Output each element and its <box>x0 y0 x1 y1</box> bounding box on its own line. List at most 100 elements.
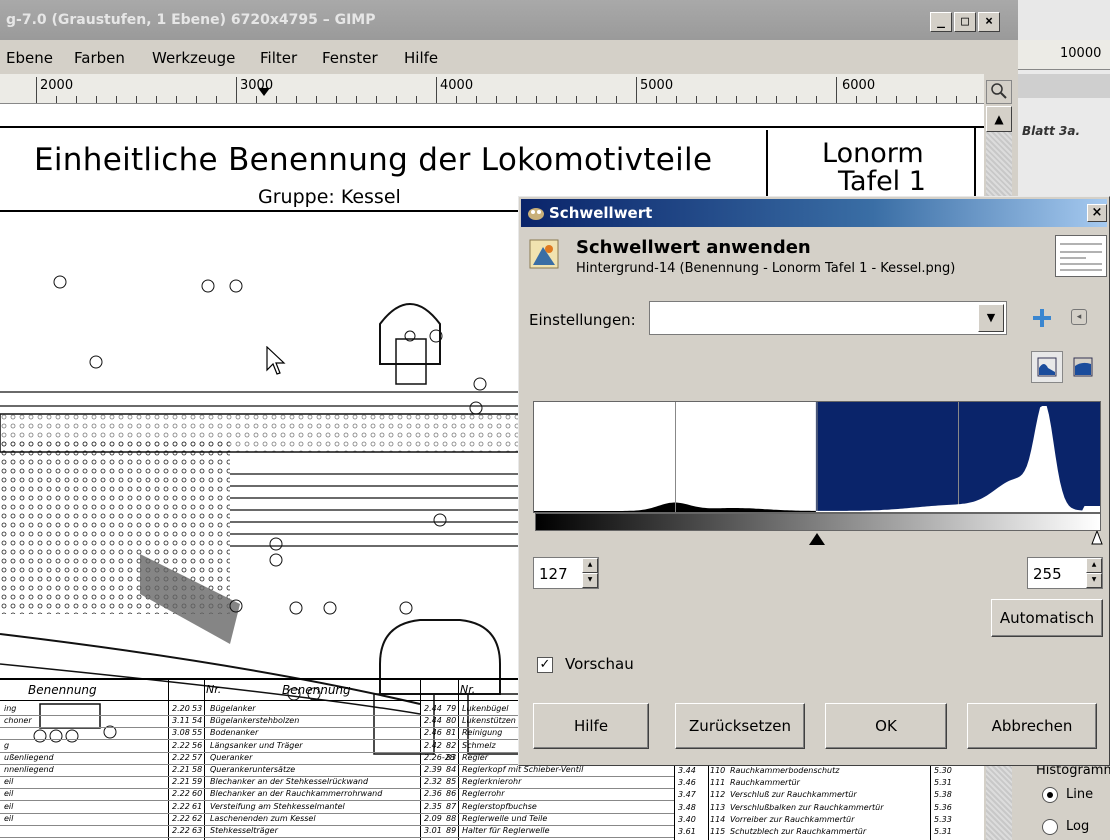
ruler-pointer-icon <box>258 88 270 96</box>
table-cell: 5.36 <box>934 802 952 812</box>
table-cell: 5.38 <box>934 790 952 800</box>
background-sheet-label: Blatt 3a. <box>1022 124 1081 138</box>
histogram-view[interactable] <box>533 401 1101 513</box>
table-cell: Bügelankerstehbolzen <box>210 716 300 726</box>
settings-dropdown[interactable]: ▼ <box>649 301 1007 335</box>
dialog-titlebar[interactable]: Schwellwert × <box>521 199 1107 227</box>
table-cell: 111 <box>710 778 726 788</box>
table-cell: g <box>4 740 10 750</box>
table-cell: Blechanker an der Stehkesselrückwand <box>210 777 369 787</box>
background-window-titlebar <box>1018 0 1110 40</box>
close-button[interactable]: × <box>978 12 1000 32</box>
ruler-tick <box>556 96 557 103</box>
ruler-tick <box>376 96 377 103</box>
settings-label: Einstellungen: <box>529 311 636 329</box>
table-cell: Lukenstützen <box>462 716 516 726</box>
scroll-up-icon[interactable]: ▲ <box>986 106 1012 132</box>
preset-menu-icon[interactable]: ◂ <box>1071 309 1087 325</box>
menu-farben[interactable]: Farben <box>74 49 125 67</box>
low-threshold-handle[interactable] <box>809 533 825 545</box>
table-cell: 2.42 <box>424 740 442 750</box>
horizontal-ruler[interactable]: 2000 3000 4000 5000 6000 <box>0 74 984 104</box>
radio-linear-label: Line <box>1066 787 1094 802</box>
table-cell: Verschluß zur Rauchkammertür <box>730 790 857 800</box>
ruler-tick <box>336 96 337 103</box>
chevron-down-icon[interactable]: ▼ <box>978 304 1004 332</box>
table-cell: 3.01 <box>424 826 442 835</box>
cancel-button[interactable]: Abbrechen <box>967 703 1097 749</box>
table-cell: Querankeruntersätze <box>210 765 296 774</box>
ruler-label: 4000 <box>440 78 474 93</box>
low-threshold-spinner[interactable]: 127 ▲ ▼ <box>533 557 599 589</box>
low-threshold-stepper[interactable]: ▲ ▼ <box>582 558 598 588</box>
high-threshold-spinner[interactable]: 255 ▲ ▼ <box>1027 557 1103 589</box>
table-cell: Halter für Reglerwelle <box>462 826 550 835</box>
ruler-tick <box>476 96 477 103</box>
minimize-button[interactable]: _ <box>930 12 952 32</box>
table-cell: 115 <box>710 827 726 836</box>
table-cell: 79 <box>446 704 457 713</box>
table-cell: 3.44 <box>678 766 696 775</box>
table-cell: 2.32 <box>424 777 442 787</box>
table-cell: 3.61 <box>678 827 696 836</box>
ruler-tick <box>856 96 857 103</box>
ruler-tick <box>496 96 497 103</box>
ruler-tick <box>776 96 777 103</box>
table-cell: 2.22 <box>172 740 190 750</box>
table-cell: eil <box>4 813 14 823</box>
table-cell: Queranker <box>210 752 253 762</box>
help-button[interactable]: Hilfe <box>533 703 649 749</box>
table-cell: Reglerkopf mit Schieber-Ventil <box>462 765 584 774</box>
table-cell: 60 <box>192 789 203 799</box>
menu-fenster[interactable]: Fenster <box>322 49 378 67</box>
ruler-tick <box>796 96 797 103</box>
menu-werkzeuge[interactable]: Werkzeuge <box>152 49 235 67</box>
table-cell: eil <box>4 801 14 811</box>
zoom-navigate-icon[interactable] <box>986 80 1012 104</box>
maximize-button[interactable]: □ <box>954 12 976 32</box>
table-cell: 3.48 <box>678 802 696 812</box>
dialog-close-button[interactable]: × <box>1087 204 1107 222</box>
ruler-tick <box>916 96 917 103</box>
menu-filter[interactable]: Filter <box>260 49 297 67</box>
drawing-box-line2: Tafel 1 <box>838 166 926 197</box>
log-histogram-button[interactable] <box>1067 351 1099 383</box>
ruler-tick <box>216 96 217 103</box>
menu-hilfe[interactable]: Hilfe <box>404 49 438 67</box>
ruler-tick <box>176 96 177 103</box>
radio-log[interactable] <box>1042 819 1058 835</box>
ruler-tick <box>696 96 697 103</box>
table-cell: Laschenenden zum Kessel <box>210 813 316 823</box>
table-cell: 3.11 <box>172 716 190 726</box>
layer-thumbnail <box>1055 235 1107 277</box>
drawing-border-top <box>0 126 984 128</box>
table-cell: Bodenanker <box>210 728 259 738</box>
table-cell: Blechanker an der Rauchkammerrohrwand <box>210 789 383 799</box>
ruler-tick <box>456 96 457 103</box>
table-cell: 114 <box>710 814 726 824</box>
radio-linear[interactable] <box>1042 787 1058 803</box>
automatic-button[interactable]: Automatisch <box>991 599 1103 637</box>
table-cell: 5.30 <box>934 766 952 775</box>
reset-button[interactable]: Zurücksetzen <box>675 703 805 749</box>
linear-histogram-button[interactable] <box>1031 351 1063 383</box>
ruler-tick <box>96 96 97 103</box>
ruler-tick <box>416 96 417 103</box>
table-cell: 61 <box>192 801 203 811</box>
reset-button-label: Zurücksetzen <box>689 717 791 735</box>
menu-ebene[interactable]: Ebene <box>6 49 53 67</box>
preview-checkbox[interactable]: ✓ <box>537 657 553 673</box>
ruler-tick <box>516 96 517 103</box>
table-cell: 2.44 <box>424 704 442 713</box>
radio-log-label: Log <box>1066 819 1090 834</box>
ok-button[interactable]: OK <box>825 703 947 749</box>
high-threshold-stepper[interactable]: ▲ ▼ <box>1086 558 1102 588</box>
ruler-tick <box>896 96 897 103</box>
table-cell: 59 <box>192 777 203 787</box>
table-row-line <box>0 824 674 826</box>
high-threshold-handle[interactable] <box>1089 531 1103 545</box>
table-cell: 85 <box>446 777 457 787</box>
add-preset-icon[interactable] <box>1031 307 1053 329</box>
table-header-benennung: Benennung <box>282 683 351 697</box>
threshold-tool-icon <box>529 239 559 269</box>
